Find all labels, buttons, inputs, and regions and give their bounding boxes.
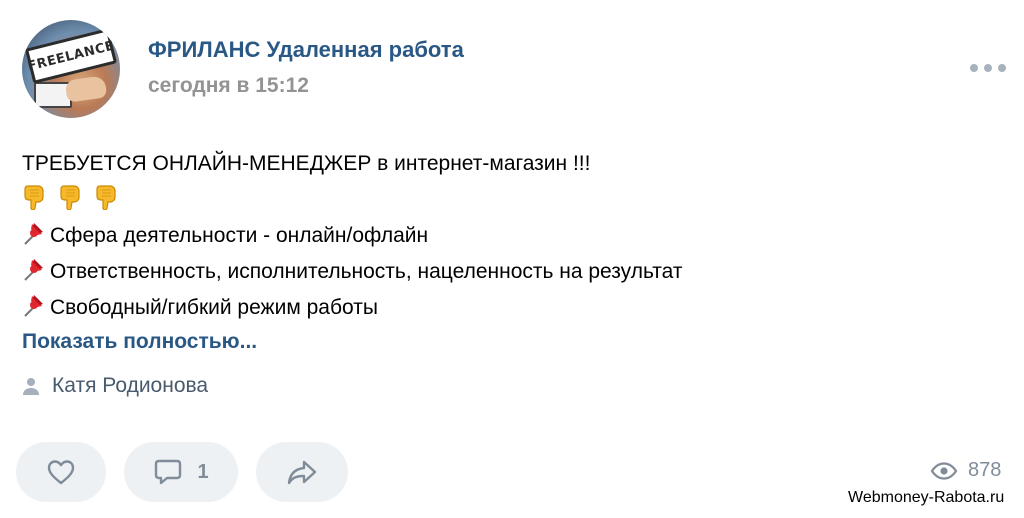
- pushpin-icon: [22, 220, 46, 246]
- post-line-bullet: Ответственность, исполнительность, нацел…: [22, 254, 1002, 290]
- comment-button[interactable]: 1: [124, 442, 238, 502]
- avatar-hand-image: [64, 75, 108, 103]
- pointing-down-hand-icon: [58, 184, 82, 210]
- emoji-row: [22, 182, 1002, 218]
- views-count: 878: [968, 459, 1002, 481]
- more-options-button[interactable]: [970, 58, 1006, 78]
- signer-name: Катя Родионова: [52, 374, 209, 397]
- post-time-link[interactable]: сегодня в 15:12: [148, 74, 309, 98]
- share-button[interactable]: [256, 442, 348, 502]
- site-watermark: Webmoney-Rabota.ru: [848, 489, 1005, 506]
- post-line-text: Ответственность, исполнительность, нацел…: [50, 260, 683, 283]
- person-icon: [23, 378, 39, 395]
- comment-icon: [155, 459, 182, 485]
- show-more-link[interactable]: Показать полностью...: [22, 330, 257, 354]
- pushpin-icon: [22, 292, 46, 318]
- dot-icon: [984, 64, 992, 72]
- group-avatar[interactable]: FREELANCE: [22, 20, 120, 118]
- post-line-bullet: Свободный/гибкий режим работы: [22, 290, 1002, 326]
- dot-icon: [970, 64, 978, 72]
- group-name-link[interactable]: ФРИЛАНС Удаленная работа: [148, 37, 464, 63]
- post-line-text: Сфера деятельности - онлайн/офлайн: [50, 224, 429, 247]
- post-text: ТРЕБУЕТСЯ ОНЛАЙН-МЕНЕДЖЕР в интернет-маг…: [22, 146, 1002, 326]
- pointing-down-hand-icon: [22, 184, 46, 210]
- like-button[interactable]: [16, 442, 106, 502]
- post-line-headline: ТРЕБУЕТСЯ ОНЛАЙН-МЕНЕДЖЕР в интернет-маг…: [22, 152, 591, 175]
- avatar-logo: FREELANCE: [24, 28, 118, 84]
- eye-icon: [930, 461, 958, 480]
- pushpin-icon: [22, 256, 46, 282]
- comment-count: 1: [197, 460, 209, 483]
- dot-icon: [998, 64, 1006, 72]
- pointing-down-hand-icon: [94, 184, 118, 210]
- post-line-text: Свободный/гибкий режим работы: [50, 296, 378, 319]
- post-actions: 1: [16, 442, 366, 502]
- heart-icon: [47, 460, 75, 485]
- post-signer[interactable]: Катя Родионова: [22, 374, 208, 398]
- views-counter: 878: [930, 459, 1001, 482]
- share-arrow-icon: [287, 460, 317, 485]
- post-line-bullet: Сфера деятельности - онлайн/офлайн: [22, 218, 1002, 254]
